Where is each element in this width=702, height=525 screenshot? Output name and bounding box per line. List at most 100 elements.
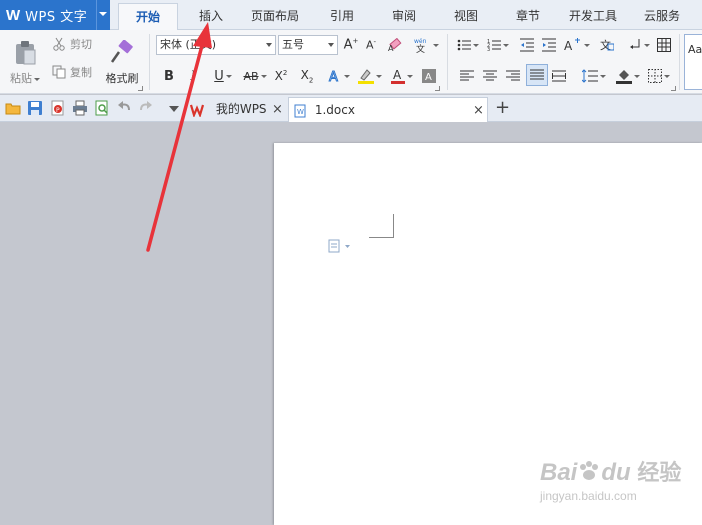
chevron-down-icon bbox=[260, 74, 267, 78]
format-painter-button[interactable]: 格式刷 bbox=[103, 34, 141, 92]
copy-icon bbox=[52, 65, 66, 79]
tab-home[interactable]: 开始 bbox=[118, 3, 178, 31]
divider bbox=[149, 34, 150, 90]
tab-chapter[interactable]: 章节 bbox=[504, 3, 552, 30]
bold-icon: B bbox=[164, 68, 174, 84]
tab-view[interactable]: 视图 bbox=[442, 3, 490, 30]
shading-icon: A bbox=[422, 69, 436, 83]
tab-review[interactable]: 审阅 bbox=[380, 3, 428, 30]
borders-button[interactable] bbox=[646, 66, 672, 86]
justify-button[interactable] bbox=[526, 64, 548, 86]
wps-logo-icon: W bbox=[6, 6, 21, 24]
line-spacing-button[interactable] bbox=[580, 66, 608, 86]
character-shading-button[interactable]: A bbox=[420, 66, 438, 86]
bullets-button[interactable] bbox=[454, 35, 482, 55]
text-effect-button[interactable]: A bbox=[326, 66, 352, 86]
chinese-layout-button[interactable]: 文 bbox=[598, 35, 616, 55]
phonetic-guide-button[interactable]: wén 文 bbox=[412, 35, 440, 55]
customize-toolbar-icon[interactable] bbox=[166, 102, 182, 118]
align-right-icon bbox=[506, 70, 520, 81]
tab-my-wps-label: 我的WPS bbox=[215, 102, 267, 116]
clear-format-button[interactable]: A bbox=[386, 35, 404, 55]
paste-icon bbox=[16, 41, 36, 65]
chevron-down-icon bbox=[433, 43, 439, 47]
decrease-font-button[interactable]: A- bbox=[362, 35, 380, 55]
wps-w-icon bbox=[189, 104, 205, 118]
align-right-button[interactable] bbox=[504, 66, 522, 86]
font-group-launcher[interactable] bbox=[435, 86, 440, 91]
watermark-url: jingyan.baidu.com bbox=[540, 489, 637, 503]
font-color-button[interactable]: A bbox=[388, 66, 416, 86]
numbering-button[interactable]: 123 bbox=[484, 35, 512, 55]
new-tab-button[interactable]: + bbox=[495, 97, 510, 118]
paragraph-group-launcher[interactable] bbox=[671, 86, 676, 91]
tab-document-1[interactable]: W 1.docx × bbox=[288, 97, 488, 122]
shading-fill-button[interactable] bbox=[614, 66, 642, 86]
chevron-down-icon bbox=[600, 74, 606, 78]
svg-text:A: A bbox=[564, 39, 573, 52]
font-name-select[interactable]: 宋体 (正文) bbox=[156, 35, 276, 55]
print-preview-icon[interactable] bbox=[94, 100, 110, 116]
italic-button[interactable]: I bbox=[184, 66, 202, 86]
tab-developer[interactable]: 开发工具 bbox=[562, 3, 624, 30]
copy-label: 复制 bbox=[70, 66, 92, 79]
paste-button[interactable]: 粘贴 bbox=[8, 34, 42, 92]
distributed-align-button[interactable] bbox=[550, 66, 568, 86]
subscript-button[interactable]: X2 bbox=[298, 66, 316, 86]
text-effect-icon: A bbox=[329, 70, 339, 84]
align-center-button[interactable] bbox=[481, 66, 499, 86]
divider bbox=[679, 34, 680, 90]
chevron-down-icon bbox=[34, 77, 40, 81]
superscript-button[interactable]: X2 bbox=[272, 66, 290, 86]
font-size-select[interactable]: 五号 bbox=[278, 35, 338, 55]
app-menu-dropdown[interactable] bbox=[96, 0, 110, 30]
bold-button[interactable]: B bbox=[160, 66, 178, 86]
svg-text:A: A bbox=[425, 72, 432, 83]
highlight-button[interactable] bbox=[356, 66, 384, 86]
tab-references[interactable]: 引用 bbox=[318, 3, 366, 30]
tab-cloud-services[interactable]: 云服务 bbox=[634, 3, 690, 30]
paragraph-handle[interactable] bbox=[328, 239, 352, 256]
chevron-down-icon bbox=[584, 43, 590, 47]
decrease-indent-button[interactable] bbox=[518, 35, 536, 55]
tab-insert[interactable]: 插入 bbox=[186, 3, 236, 30]
format-painter-label: 格式刷 bbox=[105, 72, 139, 85]
redo-icon[interactable] bbox=[138, 100, 154, 116]
eraser-icon: A bbox=[388, 38, 402, 52]
app-menu-button[interactable]: W WPS 文字 bbox=[0, 0, 110, 30]
brush-icon bbox=[110, 40, 133, 63]
export-pdf-icon[interactable]: P bbox=[50, 100, 66, 116]
copy-button[interactable]: 复制 bbox=[52, 62, 100, 82]
style-gallery[interactable]: Aa bbox=[684, 34, 702, 90]
document-tab-bar: P 我的WPS × W 1.docx × + bbox=[0, 95, 702, 122]
close-icon[interactable]: × bbox=[473, 98, 484, 123]
tab-document-label: 1.docx bbox=[314, 103, 355, 117]
change-case-button[interactable]: A bbox=[562, 35, 592, 55]
undo-icon[interactable] bbox=[116, 100, 132, 116]
menu-bar: W WPS 文字 开始 插入 页面布局 引用 审阅 视图 章节 开发工具 云服务 bbox=[0, 0, 702, 31]
chevron-down-icon bbox=[99, 12, 107, 16]
close-icon[interactable]: × bbox=[272, 97, 283, 122]
distribute-icon bbox=[552, 70, 566, 82]
svg-text:A: A bbox=[329, 70, 338, 83]
tab-my-wps[interactable]: 我的WPS × bbox=[186, 97, 286, 122]
underline-button[interactable]: U bbox=[208, 66, 238, 86]
align-justify-icon bbox=[530, 69, 544, 80]
paragraph-marks-button[interactable] bbox=[626, 35, 652, 55]
line-spacing-icon bbox=[582, 69, 598, 83]
clipboard-group-launcher[interactable] bbox=[138, 86, 143, 91]
print-icon[interactable] bbox=[72, 100, 88, 116]
table-button[interactable] bbox=[655, 35, 673, 55]
ribbon-toolbar: 粘贴 剪切 复制 格式刷 宋体 (正文) 五号 A+ A- A wén 文 B I… bbox=[0, 30, 702, 94]
open-folder-icon[interactable] bbox=[5, 100, 21, 116]
superscript-icon: X2 bbox=[274, 69, 288, 83]
strikethrough-button[interactable]: AB bbox=[240, 66, 270, 86]
increase-font-button[interactable]: A+ bbox=[342, 35, 360, 55]
paragraph-layout-icon bbox=[328, 239, 350, 253]
save-icon[interactable] bbox=[27, 100, 43, 116]
increase-indent-button[interactable] bbox=[540, 35, 558, 55]
cut-button[interactable]: 剪切 bbox=[52, 34, 100, 54]
table-icon bbox=[657, 38, 671, 52]
tab-page-layout[interactable]: 页面布局 bbox=[244, 3, 306, 30]
align-left-button[interactable] bbox=[458, 66, 476, 86]
